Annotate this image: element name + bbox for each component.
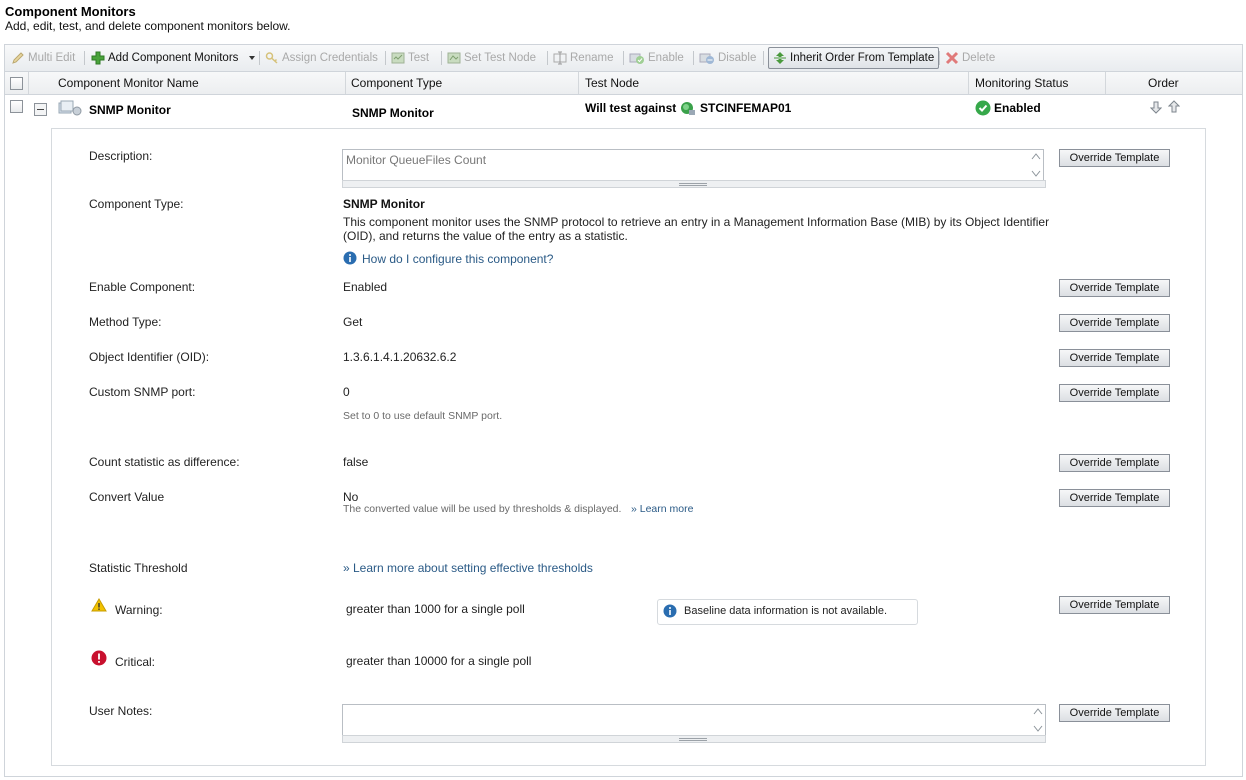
user-notes-resize-grip[interactable] bbox=[342, 735, 1046, 743]
critical-icon bbox=[91, 650, 107, 666]
override-template-button[interactable]: Override Template bbox=[1059, 149, 1170, 167]
warning-value: greater than 1000 for a single poll bbox=[346, 602, 525, 616]
monitoring-status: Enabled bbox=[994, 101, 1041, 115]
assign-credentials-button[interactable]: Assign Credentials bbox=[265, 48, 378, 68]
count-difference-label: Count statistic as difference: bbox=[89, 455, 240, 469]
set-test-node-button[interactable]: Set Test Node bbox=[447, 48, 536, 68]
component-type-label: Component Type: bbox=[89, 197, 184, 211]
monitor-type: SNMP Monitor bbox=[352, 106, 434, 120]
enable-component-value: Enabled bbox=[343, 280, 388, 294]
column-header-type[interactable]: Component Type bbox=[351, 72, 442, 94]
critical-label: Critical: bbox=[115, 655, 156, 669]
component-monitors-panel: Multi Edit Add Component Monitors Assign… bbox=[4, 44, 1243, 777]
row-checkbox[interactable] bbox=[10, 100, 23, 113]
textarea-scroll-arrows[interactable] bbox=[1031, 705, 1045, 735]
order-arrows-icon bbox=[774, 51, 786, 64]
column-header-status[interactable]: Monitoring Status bbox=[975, 72, 1068, 94]
statistic-threshold-label: Statistic Threshold bbox=[89, 561, 188, 575]
info-icon bbox=[343, 251, 357, 265]
test-node-prefix: Will test against bbox=[585, 101, 677, 115]
rename-button[interactable]: Rename bbox=[553, 48, 613, 68]
collapse-toggle[interactable] bbox=[34, 103, 47, 116]
override-template-button[interactable]: Override Template bbox=[1059, 349, 1170, 367]
override-template-button[interactable]: Override Template bbox=[1059, 279, 1170, 297]
method-type-label: Method Type: bbox=[89, 315, 162, 329]
page-subtitle: Add, edit, test, and delete component mo… bbox=[5, 19, 291, 33]
learn-more-link[interactable]: » Learn more bbox=[631, 503, 693, 515]
description-label: Description: bbox=[89, 149, 153, 163]
baseline-info-box: Baseline data information is not availab… bbox=[657, 599, 918, 625]
user-notes-label: User Notes: bbox=[89, 704, 153, 718]
snmp-monitor-icon bbox=[58, 100, 82, 116]
page-title: Component Monitors bbox=[5, 4, 136, 19]
user-notes-textarea[interactable] bbox=[342, 704, 1046, 736]
column-header-test-node[interactable]: Test Node bbox=[585, 72, 639, 94]
column-header-name[interactable]: Component Monitor Name bbox=[58, 72, 199, 94]
enable-button[interactable]: Enable bbox=[629, 48, 684, 68]
convert-value-label: Convert Value bbox=[89, 490, 165, 504]
override-template-button[interactable]: Override Template bbox=[1059, 384, 1170, 402]
textarea-scroll-arrows[interactable] bbox=[1029, 150, 1043, 180]
warning-label: Warning: bbox=[115, 603, 163, 617]
grid-header: Component Monitor Name Component Type Te… bbox=[5, 72, 1242, 95]
rename-icon bbox=[553, 51, 567, 65]
node-icon bbox=[447, 52, 461, 64]
inherit-order-button[interactable]: Inherit Order From Template bbox=[768, 47, 940, 69]
delete-button[interactable]: Delete bbox=[945, 48, 995, 68]
info-icon bbox=[663, 604, 677, 618]
delete-x-icon bbox=[945, 51, 959, 65]
move-up-icon[interactable] bbox=[1168, 100, 1180, 113]
threshold-learn-more-link[interactable]: » Learn more about setting effective thr… bbox=[343, 561, 593, 575]
monitor-name[interactable]: SNMP Monitor bbox=[89, 103, 171, 117]
enable-component-label: Enable Component: bbox=[89, 280, 196, 294]
component-type-description-line2: (OID), and returns the value of the entr… bbox=[343, 229, 628, 243]
disable-icon bbox=[699, 53, 714, 64]
table-row[interactable]: SNMP Monitor SNMP Monitor Will test agai… bbox=[5, 95, 1242, 121]
override-template-button[interactable]: Override Template bbox=[1059, 454, 1170, 472]
baseline-info-text: Baseline data information is not availab… bbox=[684, 605, 888, 617]
plus-icon bbox=[91, 51, 105, 65]
description-resize-grip[interactable] bbox=[342, 180, 1046, 188]
check-circle-icon bbox=[975, 100, 991, 116]
toolbar: Multi Edit Add Component Monitors Assign… bbox=[5, 45, 1242, 72]
test-button[interactable]: Test bbox=[391, 48, 429, 68]
disable-button[interactable]: Disable bbox=[699, 48, 756, 68]
override-template-button[interactable]: Override Template bbox=[1059, 489, 1170, 507]
method-type-value: Get bbox=[343, 315, 363, 329]
select-all-checkbox[interactable] bbox=[10, 77, 23, 90]
convert-value-value: No bbox=[343, 490, 359, 504]
enable-icon bbox=[629, 53, 644, 64]
component-type-name: SNMP Monitor bbox=[343, 197, 425, 211]
convert-value-hint: The converted value will be used by thre… bbox=[343, 503, 622, 515]
multi-edit-button[interactable]: Multi Edit bbox=[11, 48, 75, 68]
how-to-configure-link[interactable]: How do I configure this component? bbox=[362, 252, 553, 266]
warning-icon bbox=[91, 598, 107, 612]
description-textarea[interactable]: Monitor QueueFiles Count bbox=[342, 149, 1044, 181]
description-value: Monitor QueueFiles Count bbox=[346, 153, 487, 167]
snmp-port-label: Custom SNMP port: bbox=[89, 385, 196, 399]
monitor-details: Description: Monitor QueueFiles Count Ov… bbox=[51, 128, 1206, 766]
oid-label: Object Identifier (OID): bbox=[89, 350, 210, 364]
key-icon bbox=[265, 52, 278, 64]
override-template-button[interactable]: Override Template bbox=[1059, 314, 1170, 332]
pencil-icon bbox=[12, 52, 24, 64]
oid-value: 1.3.6.1.4.1.20632.6.2 bbox=[343, 350, 457, 364]
page-header: Component Monitors Add, edit, test, and … bbox=[5, 4, 291, 33]
test-node-name[interactable]: STCINFEMAP01 bbox=[700, 101, 791, 115]
snmp-port-value: 0 bbox=[343, 385, 350, 399]
override-template-button[interactable]: Override Template bbox=[1059, 704, 1170, 722]
critical-value: greater than 10000 for a single poll bbox=[346, 654, 532, 668]
column-header-order[interactable]: Order bbox=[1148, 72, 1179, 94]
snmp-port-hint: Set to 0 to use default SNMP port. bbox=[343, 410, 503, 422]
override-template-button[interactable]: Override Template bbox=[1059, 596, 1170, 614]
test-icon bbox=[391, 52, 405, 64]
component-type-description-line1: This component monitor uses the SNMP pro… bbox=[343, 215, 1050, 229]
chevron-down-icon bbox=[248, 55, 255, 60]
node-status-icon bbox=[681, 102, 695, 115]
move-down-icon[interactable] bbox=[1150, 101, 1162, 114]
count-difference-value: false bbox=[343, 455, 369, 469]
add-component-monitors-button[interactable]: Add Component Monitors bbox=[91, 48, 261, 68]
